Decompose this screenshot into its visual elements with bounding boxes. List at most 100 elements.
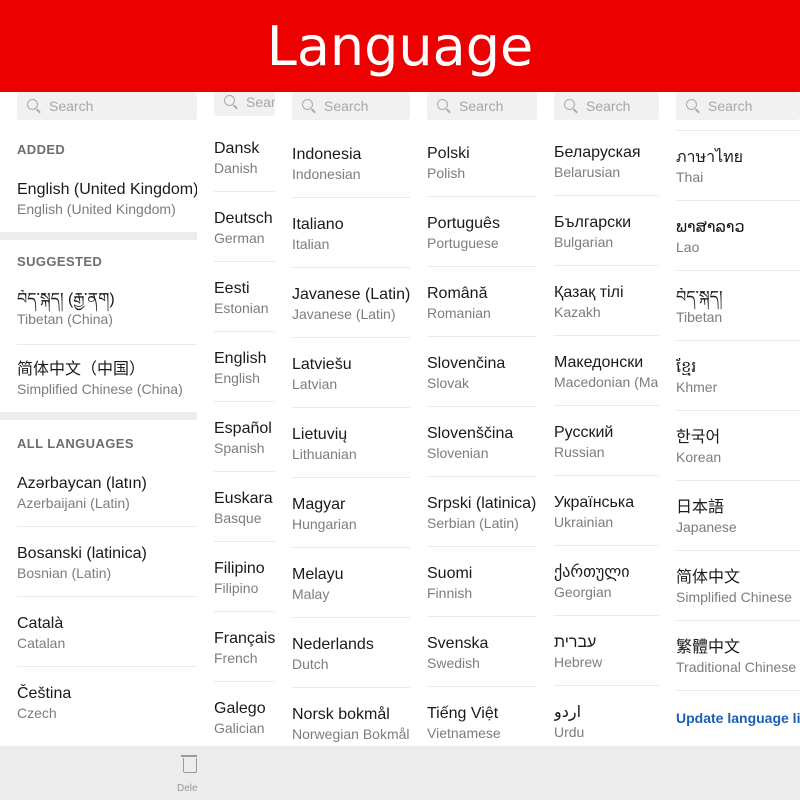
list-item[interactable]: Slovenščina Slovenian <box>427 424 537 463</box>
search-icon <box>686 99 697 110</box>
list-item-all-1[interactable]: Bosanski (latinica) Bosnian (Latin) <box>17 544 197 583</box>
list-item[interactable]: Melayu Malay <box>292 565 410 604</box>
search-input[interactable]: Search <box>427 92 537 120</box>
language-panel-i-n: Search Indonesia Indonesian Italiano Itali… <box>275 92 410 746</box>
list-item[interactable]: Български Bulgarian <box>554 213 659 252</box>
divider <box>554 475 659 476</box>
page-title: Language <box>0 0 800 92</box>
divider <box>554 615 659 616</box>
divider <box>214 401 275 402</box>
delete-label: Dele <box>177 783 198 794</box>
search-input[interactable]: Sear <box>214 92 275 116</box>
divider <box>427 616 537 617</box>
list-item[interactable]: Javanese (Latin) Javanese (Latin) <box>292 285 410 324</box>
language-panel-p-t: Search Polski Polish Português Portuguese … <box>410 92 537 746</box>
search-input[interactable]: Search <box>292 92 410 120</box>
divider <box>214 681 275 682</box>
list-item[interactable]: Polski Polish <box>427 144 537 183</box>
divider <box>214 541 275 542</box>
list-item[interactable]: ภาษาไทย Thai <box>676 148 800 187</box>
search-placeholder: Search <box>708 98 753 114</box>
divider <box>427 546 537 547</box>
divider <box>554 405 659 406</box>
list-item[interactable]: Lietuvių Lithuanian <box>292 425 410 464</box>
list-item[interactable]: Tiếng Việt Vietnamese <box>427 704 537 743</box>
list-item[interactable]: Français French <box>214 629 275 668</box>
list-item[interactable]: Galego Galician <box>214 699 275 738</box>
list-item[interactable]: Indonesia Indonesian <box>292 145 410 184</box>
list-item-all-0[interactable]: Azərbaycan (latın) Azerbaijani (Latin) <box>17 474 197 513</box>
divider <box>676 130 800 131</box>
list-item[interactable]: Dansk Danish <box>214 139 275 178</box>
divider <box>676 340 800 341</box>
section-gap <box>0 232 197 240</box>
list-item-suggested-0[interactable]: བོད་སྐད། (རྒྱ་ནག) Tibetan (China) <box>17 290 197 329</box>
divider <box>427 476 537 477</box>
list-item[interactable]: ພາສາລາວ Lao <box>676 218 800 257</box>
search-input[interactable]: Search <box>676 92 800 120</box>
update-language-list-link[interactable]: Update language list <box>676 710 800 726</box>
divider <box>292 547 410 548</box>
list-item-added-0[interactable]: English (United Kingdom) English (United… <box>17 180 197 219</box>
list-item[interactable]: 简体中文 Simplified Chinese <box>676 568 800 607</box>
list-item[interactable]: עברית Hebrew <box>554 633 659 672</box>
list-item-all-2[interactable]: Català Catalan <box>17 614 197 653</box>
divider <box>676 690 800 691</box>
search-placeholder: Search <box>586 98 631 114</box>
list-item[interactable]: Українська Ukrainian <box>554 493 659 532</box>
search-placeholder: Search <box>324 98 369 114</box>
list-item[interactable]: བོད་སྐད། Tibetan <box>676 288 800 327</box>
divider <box>17 344 197 345</box>
divider <box>676 270 800 271</box>
list-item[interactable]: Svenska Swedish <box>427 634 537 673</box>
delete-button[interactable]: Dele <box>170 752 210 796</box>
divider <box>17 666 197 667</box>
list-item[interactable]: Eesti Estonian <box>214 279 275 318</box>
language-panel-d-g: Sear Dansk Danish Deutsch German Eesti Esto… <box>197 92 275 746</box>
divider <box>676 620 800 621</box>
list-item[interactable]: اردو Urdu <box>554 703 659 742</box>
divider <box>292 687 410 688</box>
list-item[interactable]: Español Spanish <box>214 419 275 458</box>
list-item[interactable]: Қазақ тілі Kazakh <box>554 283 659 322</box>
list-item[interactable]: ខ្មែរ Khmer <box>676 358 800 397</box>
search-icon <box>302 99 313 110</box>
section-added: ADDED <box>17 142 66 157</box>
list-item[interactable]: Português Portuguese <box>427 214 537 253</box>
list-item[interactable]: Slovenčina Slovak <box>427 354 537 393</box>
list-item-suggested-1[interactable]: 简体中文（中国） Simplified Chinese (China) <box>17 360 197 399</box>
list-item[interactable]: Deutsch German <box>214 209 275 248</box>
divider <box>554 335 659 336</box>
search-icon <box>27 99 38 110</box>
divider <box>214 611 275 612</box>
list-item[interactable]: Italiano Italian <box>292 215 410 254</box>
list-item[interactable]: ქართული Georgian <box>554 563 659 602</box>
search-icon <box>224 95 235 106</box>
divider <box>17 526 197 527</box>
list-item[interactable]: Norsk bokmål Norwegian Bokmål <box>292 705 410 744</box>
list-item-all-3[interactable]: Čeština Czech <box>17 684 197 723</box>
list-item[interactable]: Srpski (latinica) Serbian (Latin) <box>427 494 537 533</box>
search-icon <box>564 99 575 110</box>
list-item[interactable]: 繁體中文 Traditional Chinese <box>676 638 800 677</box>
search-input[interactable]: Search <box>17 92 197 120</box>
list-item[interactable]: Nederlands Dutch <box>292 635 410 674</box>
search-input[interactable]: Search <box>554 92 659 120</box>
list-item[interactable]: 한국어 Korean <box>676 428 800 467</box>
divider <box>214 331 275 332</box>
list-item[interactable]: Română Romanian <box>427 284 537 323</box>
divider <box>554 195 659 196</box>
list-item[interactable]: Македонски Macedonian (Ma <box>554 353 659 392</box>
list-item[interactable]: 日本語 Japanese <box>676 498 800 537</box>
divider <box>292 617 410 618</box>
list-item[interactable]: Magyar Hungarian <box>292 495 410 534</box>
list-item[interactable]: Русский Russian <box>554 423 659 462</box>
list-item[interactable]: Euskara Basque <box>214 489 275 528</box>
list-item[interactable]: English English <box>214 349 275 388</box>
list-item[interactable]: Беларуская Belarusian <box>554 143 659 182</box>
divider <box>554 545 659 546</box>
list-item[interactable]: Latviešu Latvian <box>292 355 410 394</box>
divider <box>292 337 410 338</box>
list-item[interactable]: Filipino Filipino <box>214 559 275 598</box>
list-item[interactable]: Suomi Finnish <box>427 564 537 603</box>
